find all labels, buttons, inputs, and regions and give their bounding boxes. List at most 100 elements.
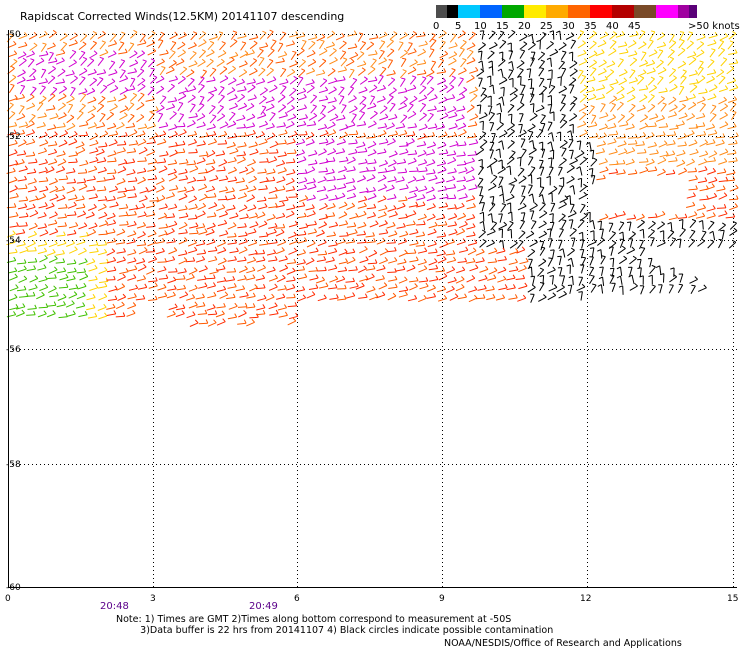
wind-barb [397, 241, 407, 245]
wind-barb-flag [23, 259, 27, 264]
wind-barb-flag [471, 195, 476, 199]
wind-barb-flag [202, 223, 206, 228]
wind-barb-flag [344, 131, 348, 136]
wind-barb [178, 240, 188, 245]
wind-barb [229, 215, 239, 219]
wind-barb-flag [461, 202, 465, 207]
wind-barb-flag [561, 213, 566, 217]
wind-barb-flag [605, 166, 609, 171]
wind-barb-flag [539, 274, 544, 277]
wind-barb-flag [292, 276, 296, 281]
wind-barb [157, 141, 167, 146]
wind-barb-flag [524, 282, 528, 287]
wind-barb [345, 280, 355, 283]
wind-barb-flag [271, 103, 275, 108]
wind-barb [29, 198, 39, 202]
wind-barb [155, 188, 165, 193]
wind-barb-flag [302, 138, 306, 143]
wind-barb-flag [73, 259, 77, 264]
wind-barb [17, 262, 27, 265]
wind-barb [456, 108, 466, 112]
wind-barb [146, 125, 156, 130]
wind-barb-flag [311, 67, 316, 72]
wind-barb [566, 178, 575, 184]
wind-barb-flag [581, 283, 586, 288]
wind-barb-flag [162, 95, 167, 98]
wind-barb-flag [45, 185, 49, 190]
wind-barb [37, 115, 47, 119]
wind-barb-flag [364, 196, 368, 200]
wind-barb-flag [81, 76, 86, 79]
wind-barb [540, 241, 545, 251]
wind-barb [336, 241, 346, 245]
wind-barb-flag [725, 148, 729, 153]
wind-barb-flag [32, 138, 36, 143]
wind-barb-flag [142, 257, 146, 262]
wind-barb [729, 198, 739, 201]
wind-barb-flag [711, 123, 716, 128]
wind-barb-flag [15, 304, 19, 308]
wind-barb-flag [282, 185, 286, 190]
wind-barb-flag [362, 95, 367, 99]
wind-barb [58, 316, 68, 319]
wind-barb-flag [314, 220, 317, 225]
wind-barb [56, 304, 66, 308]
wind-barb-flag [212, 238, 216, 243]
wind-barb [56, 60, 65, 65]
wind-barb-flag [702, 230, 707, 233]
wind-barb-flag [112, 174, 116, 180]
wind-barb [266, 60, 274, 69]
wind-barb-flag [520, 49, 525, 52]
wind-barb-flag [550, 84, 556, 88]
wind-barb-flag [63, 85, 68, 89]
wind-barb-flag [121, 69, 126, 72]
wind-barb-flag [679, 31, 685, 33]
wind-barb-flag [394, 275, 398, 280]
wind-barb-flag [153, 138, 156, 143]
wind-barb-flag [722, 185, 726, 190]
wind-barb-flag [232, 194, 236, 199]
wind-barb [562, 248, 566, 258]
wind-barb [550, 203, 556, 212]
wind-barb [578, 132, 588, 137]
wind-barb-flag [362, 103, 367, 106]
wind-barb-flag [618, 285, 623, 288]
wind-barb-flag [383, 129, 387, 134]
wind-barb [37, 267, 47, 271]
wind-barb-flag [632, 255, 637, 259]
wind-barb [118, 135, 128, 138]
wind-barb-flag [404, 276, 408, 281]
wind-barb [642, 229, 645, 239]
wind-barb [538, 61, 545, 69]
wind-barb [86, 261, 96, 266]
wind-barb [657, 223, 665, 230]
wind-barb [592, 175, 596, 185]
wind-barb-flag [202, 140, 206, 145]
wind-barb [129, 94, 138, 102]
wind-barb-flag [444, 112, 449, 117]
wind-barb-flag [404, 49, 408, 53]
wind-barb [55, 261, 65, 264]
wind-barb-flag [344, 201, 348, 206]
wind-barb-flag [353, 166, 356, 171]
wind-barb [519, 157, 522, 167]
wind-barb-flag [130, 113, 135, 117]
wind-barb-flag [61, 166, 66, 170]
wind-barb [698, 161, 707, 166]
wind-barb-flag [114, 185, 119, 190]
wind-barb-flag [434, 258, 438, 263]
wind-barb-flag [443, 68, 447, 73]
wind-barb [127, 268, 138, 272]
wind-barb-flag [736, 195, 739, 200]
wind-barb [466, 234, 476, 238]
wind-barb-flag [162, 237, 165, 242]
wind-barb [346, 188, 356, 192]
wind-barb [409, 280, 419, 283]
wind-barb-flag [500, 86, 505, 89]
wind-barb-flag [450, 84, 455, 88]
wind-barb-flag [472, 247, 477, 252]
wind-barb-flag [224, 139, 228, 144]
wind-barb [155, 78, 165, 84]
wind-barb [267, 231, 277, 236]
wind-barb [656, 61, 664, 69]
